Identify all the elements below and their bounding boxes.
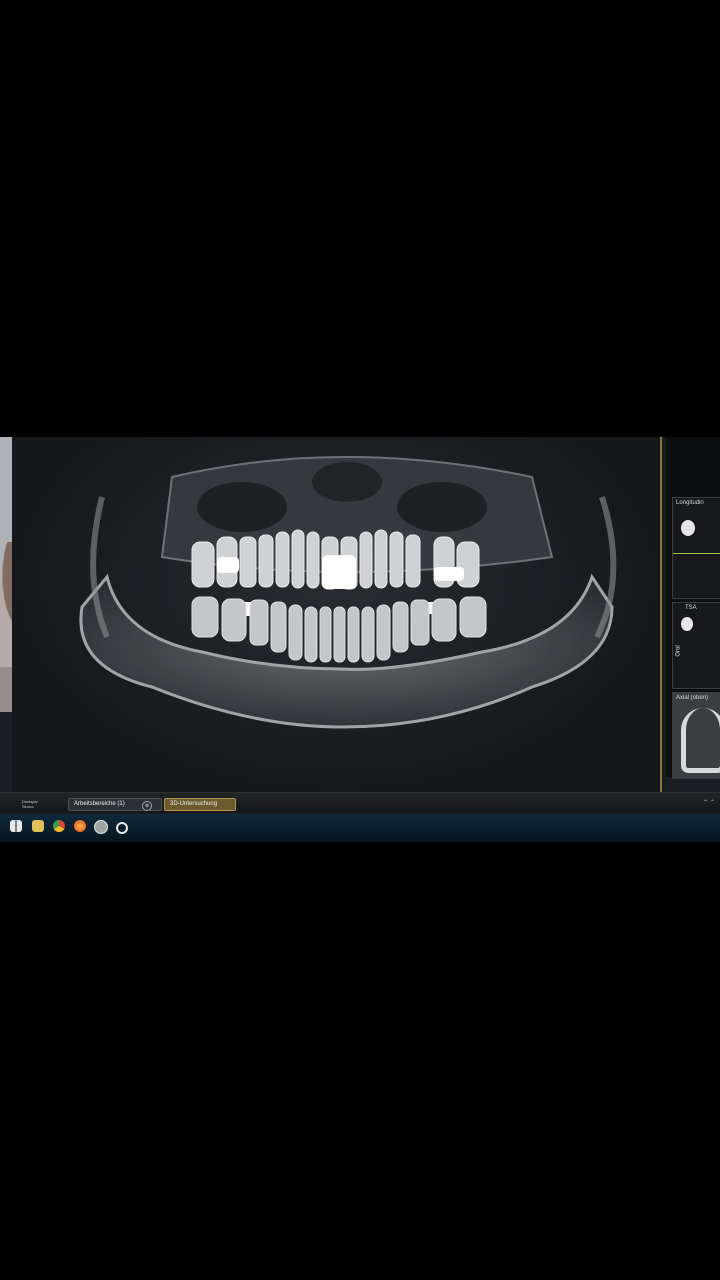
axial-view-panel[interactable]: Axial (oben) [672, 692, 720, 779]
dental-arch-thumbnail [681, 708, 720, 773]
panel-label-axial: Axial (oben) [676, 695, 709, 701]
firefox-icon[interactable] [74, 820, 86, 832]
dentsply-sirona-logo: Dentsply Sirona [22, 799, 38, 809]
panel-label-oral: Oral [675, 645, 682, 657]
tsa-view-panel[interactable]: TSA Oral [672, 602, 720, 689]
tab-3d-examination[interactable]: 3D-Untersuchung [164, 798, 236, 811]
panel-label-longitudinal: Longitudin [676, 500, 704, 506]
windows-start-icon[interactable] [10, 820, 22, 832]
skull-thumbnail-icon [681, 520, 695, 536]
panoramic-viewport[interactable] [12, 437, 662, 794]
chrome-icon[interactable] [53, 820, 65, 832]
c-app-icon[interactable] [116, 822, 128, 834]
screen-photo: Longitudin TSA Oral Axial (oben) Dentspl… [0, 437, 720, 842]
close-icon[interactable]: ⊗ [142, 801, 152, 811]
windows-taskbar [0, 814, 720, 842]
panoramic-xray-image [79, 456, 617, 729]
longitudinal-view-panel[interactable]: Longitudin [672, 497, 720, 599]
window-controls[interactable]: ⌃⌃ [703, 799, 717, 806]
side-panel-column: Longitudin TSA Oral Axial (oben) [666, 437, 720, 779]
application-tab-bar: Dentsply Sirona Arbeitsbereiche (1) ⊗ 3D… [0, 792, 720, 813]
reference-line [673, 553, 720, 554]
file-explorer-icon[interactable] [32, 820, 44, 832]
skull-thumbnail-icon [681, 617, 693, 631]
app-icon[interactable] [94, 820, 108, 834]
panel-label-tsa: TSA [685, 605, 697, 611]
